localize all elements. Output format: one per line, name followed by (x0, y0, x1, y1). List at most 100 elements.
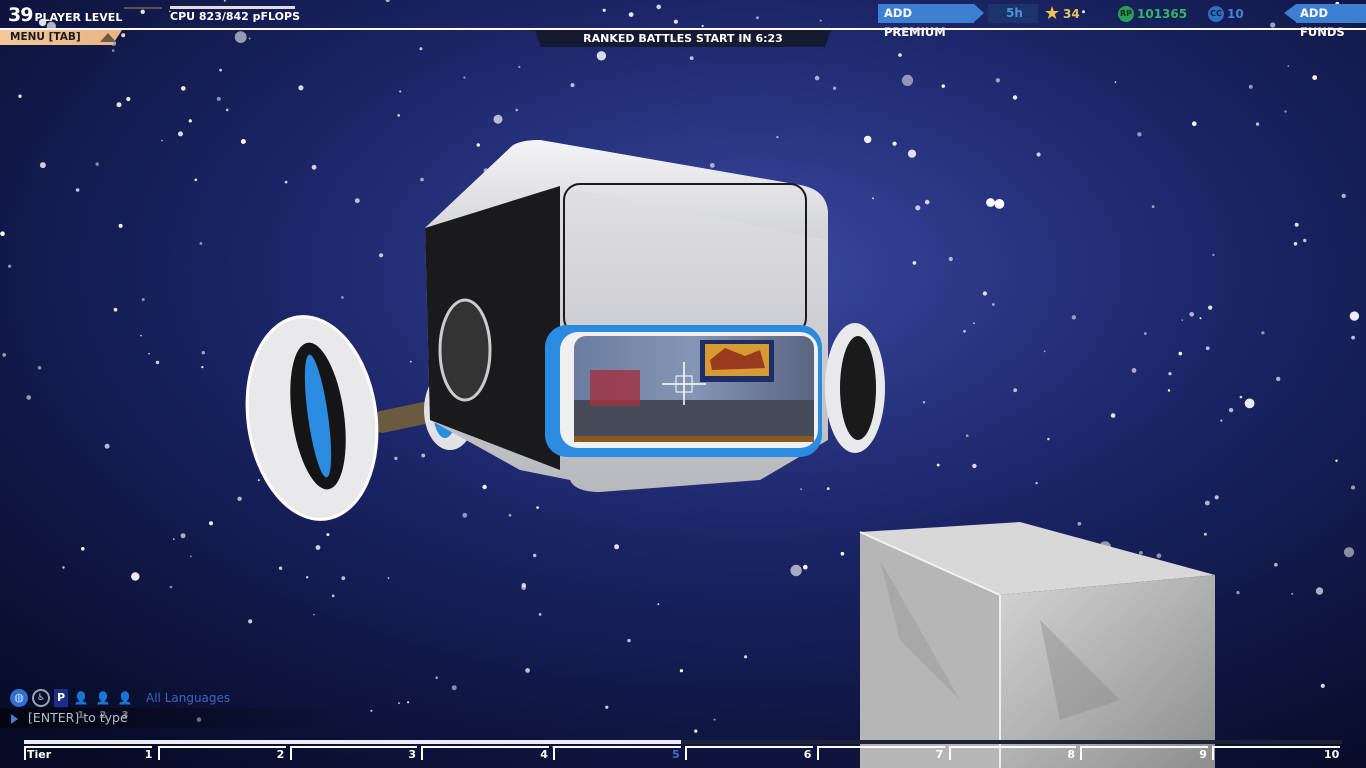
star-dot (912, 261, 917, 265)
star-dot (790, 564, 802, 577)
star-dot (924, 199, 930, 205)
party-channel-3-icon[interactable]: 👤3 (116, 689, 134, 721)
menu-tab-button[interactable]: MENU [TAB] (0, 30, 122, 45)
star-dot (1178, 351, 1183, 356)
star-dot (121, 33, 126, 38)
star-dot (407, 701, 410, 704)
ranked-battles-banner: RANKED BATTLES START IN 6:23 (535, 30, 831, 47)
star-dot (180, 533, 186, 539)
star-dot (525, 668, 530, 673)
star-dot (1114, 81, 1117, 83)
star-dot (1276, 376, 1281, 382)
star-dot (75, 188, 80, 192)
star-dot (1284, 110, 1287, 113)
star-dot (1239, 395, 1243, 399)
star-dot (1071, 315, 1077, 320)
star-dot (602, 8, 606, 12)
player-level-number: 39 (8, 4, 33, 26)
star-dot (209, 521, 213, 526)
star-dot (1203, 532, 1207, 536)
chat-language-selector[interactable]: All Languages (146, 691, 230, 705)
star-dot (462, 512, 468, 518)
star-dot (508, 513, 512, 517)
tier-segment (289, 746, 418, 760)
cpu-readout: CPU 823/842 pFLOPS (170, 10, 301, 23)
star-dot (451, 685, 457, 691)
star-dot (689, 56, 694, 60)
star-dot (901, 74, 914, 86)
star-dot (1156, 553, 1162, 559)
star-dot (864, 135, 872, 144)
star-dot (435, 676, 439, 679)
star-dot (394, 456, 398, 461)
add-funds-button[interactable]: ADD FUNDS (1296, 4, 1366, 39)
tier-5-label: 5 (672, 748, 680, 761)
star-dot (399, 90, 402, 93)
star-dot (311, 164, 317, 170)
star-dot (1349, 311, 1360, 321)
star-dot (155, 360, 160, 365)
star-dot (1343, 547, 1355, 558)
player-level: 39 PLAYER LEVEL (8, 4, 122, 26)
star-dot (421, 453, 426, 458)
star-dot (1293, 242, 1298, 246)
star-dot (832, 86, 837, 90)
star-dot (515, 108, 518, 112)
tier-8-label: 8 (1067, 748, 1076, 761)
star-dot (354, 198, 360, 204)
star-dot (341, 296, 344, 299)
star-dot (1192, 121, 1197, 126)
star-dot (533, 553, 537, 558)
star-dot (1320, 683, 1325, 689)
star-dot (1205, 346, 1210, 351)
star-dot (201, 351, 205, 355)
star-dot (596, 51, 607, 61)
star-dot (1287, 65, 1290, 67)
star-dot (1082, 10, 1085, 14)
tier-fill (24, 740, 681, 744)
star-dot (657, 603, 660, 606)
star-dot (194, 178, 198, 182)
add-premium-button[interactable]: ADD PREMIUM (878, 4, 974, 39)
star-dot (387, 577, 390, 579)
robits-value: 101365 (1137, 6, 1188, 21)
star-dot (1212, 253, 1215, 257)
star-dot (1228, 407, 1234, 413)
star-dot (1270, 22, 1276, 28)
star-dot (803, 564, 808, 570)
star-dot (1244, 398, 1255, 409)
star-dot (840, 551, 845, 556)
header-divider (0, 28, 1366, 30)
star-dot (994, 199, 1005, 209)
star-dot (476, 143, 480, 147)
star-dot (995, 78, 1001, 83)
chat-channel-bar: ◍ ♿ P 👤1 👤2 👤3 All Languages (10, 689, 230, 721)
star-dot (104, 443, 110, 449)
chat-input[interactable]: [ENTER] to type (0, 708, 350, 728)
chat-input-placeholder: [ENTER] to type (28, 710, 128, 725)
star-dot (181, 86, 186, 91)
star-dot (118, 223, 123, 228)
star-dot (298, 85, 304, 91)
party-channel-2-icon[interactable]: 👤2 (94, 689, 112, 721)
premium-time-remaining: 5h (988, 4, 1038, 23)
star-dot (1012, 95, 1018, 100)
tier-segment (157, 746, 286, 760)
star-dot (234, 31, 247, 43)
star-dot (819, 19, 822, 22)
party-channel-1-icon[interactable]: 👤1 (72, 689, 90, 721)
star-dot (1303, 238, 1307, 243)
star-dot (1013, 388, 1018, 393)
tier-segment (816, 746, 945, 760)
tier-progress-bar: Tier 1 2 3 4 5 6 7 8 9 10 (24, 740, 1342, 762)
private-channel-icon[interactable]: P (54, 689, 68, 707)
star-dot (116, 102, 122, 108)
star-dot (1199, 317, 1202, 320)
star-dot (313, 613, 315, 616)
star-dot (1189, 312, 1194, 317)
star-dot (776, 135, 779, 139)
globe-icon[interactable]: ◍ (10, 689, 28, 707)
star-icon: ★ (1044, 2, 1061, 24)
robits-counter: RP 101365 (1118, 5, 1187, 22)
wheelchair-icon[interactable]: ♿ (32, 689, 50, 707)
